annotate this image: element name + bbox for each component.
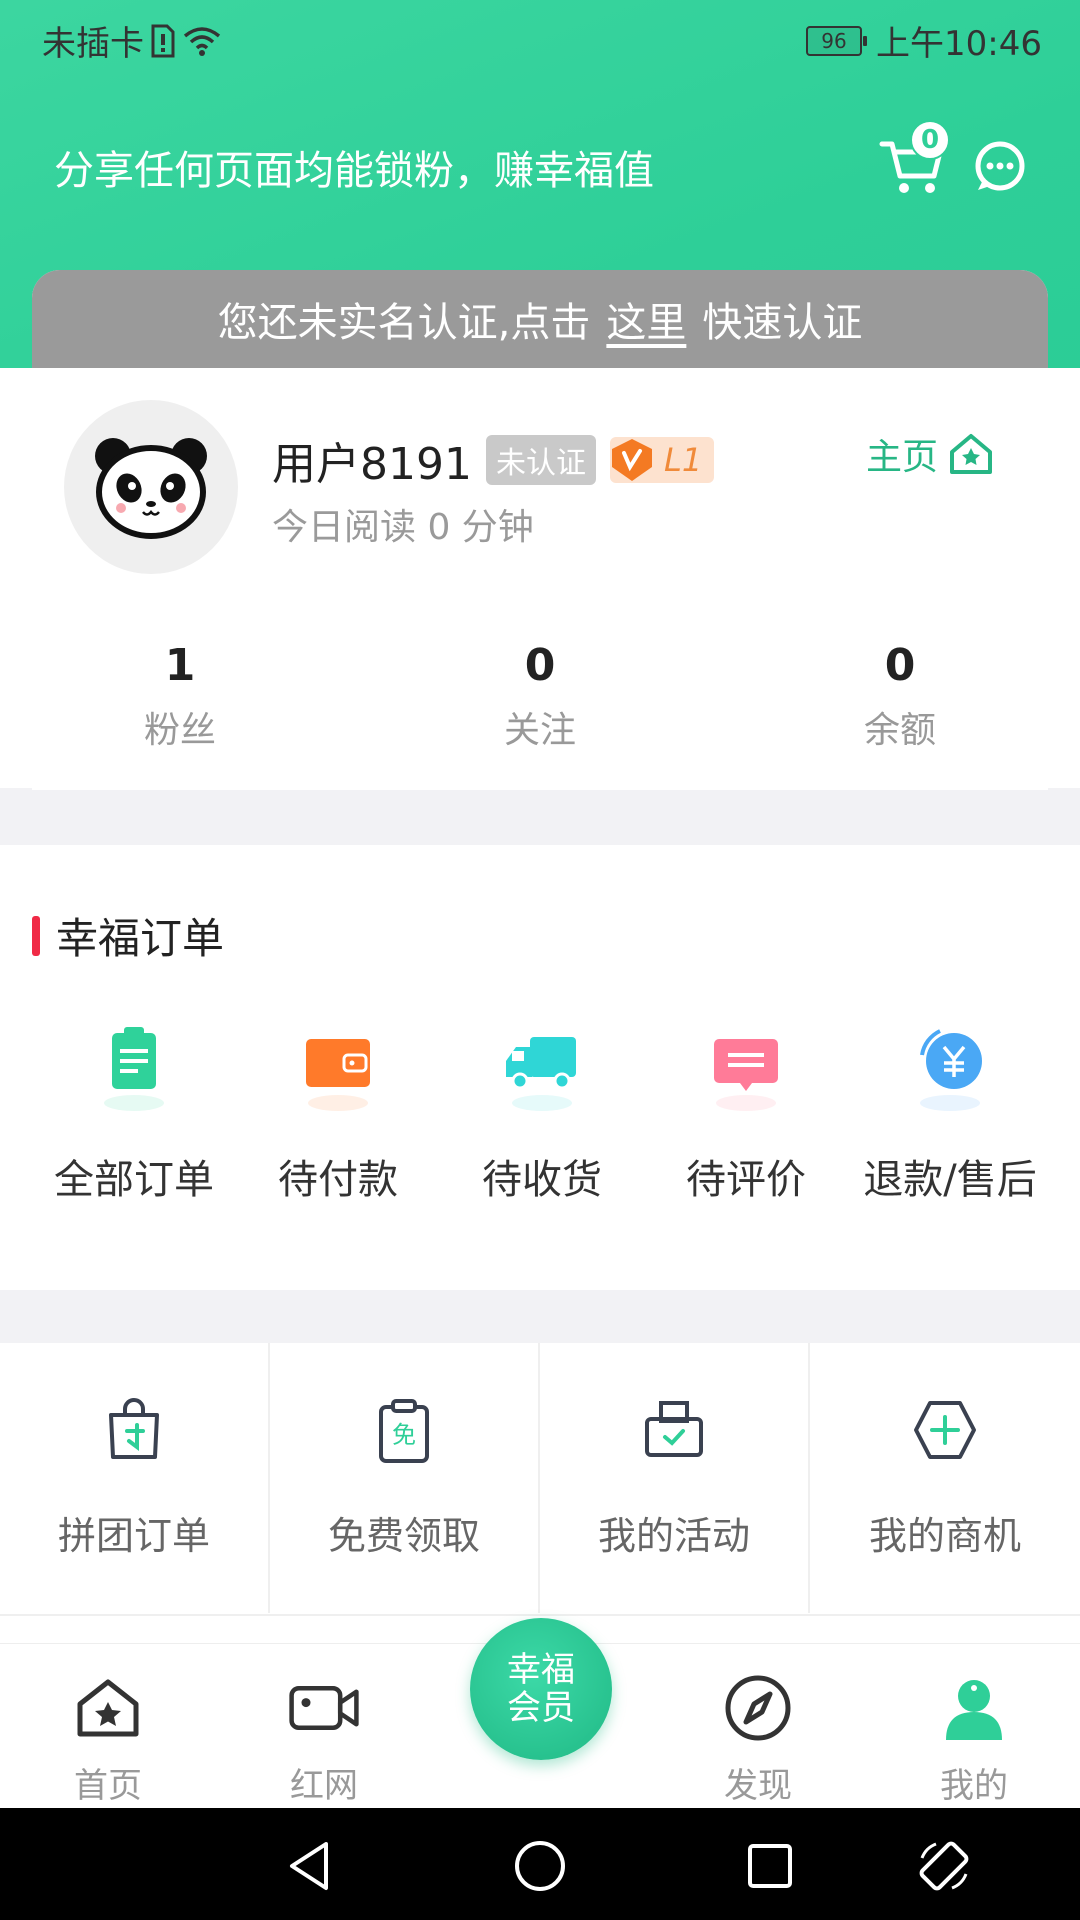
verify-suffix: 快速认证 bbox=[702, 300, 863, 346]
tool-free-claim[interactable]: 免 免费领取 bbox=[270, 1343, 540, 1613]
cart-count-badge: 0 bbox=[910, 120, 950, 160]
video-camera-icon bbox=[289, 1685, 359, 1731]
order-all[interactable]: 全部订单 bbox=[32, 1015, 236, 1205]
truck-icon bbox=[506, 1037, 576, 1111]
status-bar: 未插卡 96 上午10:46 bbox=[0, 0, 1080, 76]
vip-member-button[interactable]: 幸福 会员 bbox=[470, 1618, 612, 1760]
tab-label: 红网 bbox=[290, 1766, 358, 1806]
avatar[interactable] bbox=[64, 400, 238, 574]
vip-shield-icon bbox=[611, 439, 652, 481]
stat-label: 关注 bbox=[503, 710, 576, 751]
tool-my-activities[interactable]: 我的活动 bbox=[540, 1343, 810, 1613]
stat-value: 0 bbox=[524, 640, 556, 691]
order-label: 待付款 bbox=[278, 1157, 398, 1203]
tool-my-opportunities[interactable]: 我的商机 bbox=[810, 1343, 1080, 1613]
verify-link[interactable]: 这里 bbox=[606, 290, 686, 348]
order-pending-receipt[interactable]: 待收货 bbox=[440, 1015, 644, 1205]
tool-group-orders[interactable]: 拼团订单 bbox=[0, 1343, 270, 1613]
recent-apps-icon[interactable] bbox=[742, 1838, 798, 1894]
app-screen: 未插卡 96 上午10:46 分享任何页面均能锁粉，赚幸福值 0 您还未实名认证… bbox=[0, 0, 1080, 1920]
stats-row: 1 粉丝 0 关注 0 余额 bbox=[0, 640, 1080, 751]
tool-label: 免费领取 bbox=[327, 1514, 480, 1558]
user-profile-icon bbox=[946, 1680, 1002, 1740]
verify-banner[interactable]: 您还未实名认证,点击 这里 快速认证 bbox=[32, 270, 1048, 368]
orders-section: 幸福订单 全部订单 待付款 待收货 待评价 退款/售后 bbox=[0, 845, 1080, 1290]
tool-label: 拼团订单 bbox=[57, 1514, 210, 1558]
tab-discover[interactable]: 发现 bbox=[688, 1672, 828, 1807]
stat-value: 1 bbox=[164, 640, 196, 691]
sim-alert-icon bbox=[151, 24, 175, 57]
home-circle-icon[interactable] bbox=[512, 1838, 568, 1894]
rotate-screen-icon[interactable] bbox=[916, 1838, 972, 1894]
tab-video[interactable]: 红网 bbox=[254, 1672, 394, 1807]
stat-balance[interactable]: 0 余额 bbox=[720, 640, 1080, 751]
order-refund[interactable]: 退款/售后 bbox=[848, 1015, 1052, 1205]
home-star-icon bbox=[950, 434, 993, 474]
order-pending-payment[interactable]: 待付款 bbox=[236, 1015, 440, 1205]
stat-value: 0 bbox=[884, 640, 916, 691]
reading-time: 今日阅读 0 分钟 bbox=[272, 507, 534, 548]
clock-text: 上午10:46 bbox=[876, 24, 1042, 64]
tab-label: 我的 bbox=[940, 1766, 1008, 1806]
comment-icon bbox=[714, 1039, 778, 1111]
home-icon bbox=[77, 1679, 139, 1737]
top-bar: 分享任何页面均能锁粉，赚幸福值 0 bbox=[0, 120, 1080, 210]
level-text: L1 bbox=[663, 441, 703, 479]
order-label: 待收货 bbox=[482, 1157, 602, 1203]
orders-title-text: 幸福订单 bbox=[56, 914, 225, 963]
order-label: 待评价 bbox=[686, 1157, 806, 1203]
order-label: 全部订单 bbox=[54, 1157, 214, 1203]
tab-label: 发现 bbox=[724, 1766, 792, 1806]
group-bag-icon bbox=[109, 1398, 159, 1459]
stat-fans[interactable]: 1 粉丝 bbox=[0, 640, 360, 751]
tool-label: 我的商机 bbox=[868, 1514, 1021, 1558]
carrier-text: 未插卡 bbox=[42, 24, 144, 64]
tools-grid: 拼团订单 免 免费领取 我的活动 我的商机 bbox=[0, 1343, 1080, 1643]
level-badge: L1 bbox=[609, 437, 715, 483]
panda-avatar-icon bbox=[95, 438, 207, 539]
svg-text:免: 免 bbox=[392, 1421, 416, 1449]
clipboard-icon bbox=[104, 1027, 164, 1111]
wifi-icon bbox=[183, 26, 221, 56]
homepage-label: 主页 bbox=[866, 437, 939, 478]
username: 用户8191 bbox=[272, 439, 472, 490]
message-icon[interactable] bbox=[972, 138, 1028, 194]
stat-label: 余额 bbox=[863, 710, 936, 751]
add-hexagon-icon bbox=[914, 1401, 976, 1459]
order-pending-review[interactable]: 待评价 bbox=[644, 1015, 848, 1205]
vip-label-line2: 会员 bbox=[507, 1688, 575, 1728]
order-label: 退款/售后 bbox=[863, 1157, 1037, 1203]
user-name-row: 用户8191 未认证 L1 bbox=[272, 428, 715, 492]
stat-label: 粉丝 bbox=[143, 710, 216, 751]
stat-following[interactable]: 0 关注 bbox=[360, 640, 720, 751]
tool-label: 我的活动 bbox=[597, 1514, 750, 1558]
wallet-icon bbox=[306, 1039, 370, 1111]
orders-title: 幸福订单 bbox=[32, 905, 224, 966]
compass-icon bbox=[725, 1675, 791, 1741]
homepage-link[interactable]: 主页 bbox=[866, 428, 994, 480]
verify-prefix: 您还未实名认证,点击 bbox=[217, 300, 591, 346]
battery-indicator: 96 bbox=[806, 25, 868, 56]
order-status-row: 全部订单 待付款 待收货 待评价 退款/售后 bbox=[0, 1015, 1080, 1205]
free-clipboard-icon: 免 bbox=[379, 1399, 429, 1463]
tab-mine[interactable]: 我的 bbox=[904, 1672, 1044, 1807]
share-slogan: 分享任何页面均能锁粉，赚幸福值 bbox=[54, 148, 654, 194]
title-accent-bar bbox=[32, 915, 40, 956]
vip-label-line1: 幸福 bbox=[507, 1650, 575, 1690]
activity-printer-icon bbox=[645, 1401, 703, 1457]
system-nav-bar bbox=[0, 1808, 1080, 1920]
refund-yen-icon bbox=[920, 1029, 982, 1111]
tab-label: 首页 bbox=[74, 1766, 142, 1806]
certification-tag: 未认证 bbox=[485, 435, 596, 485]
back-icon[interactable] bbox=[282, 1838, 338, 1894]
tab-home[interactable]: 首页 bbox=[38, 1672, 178, 1807]
